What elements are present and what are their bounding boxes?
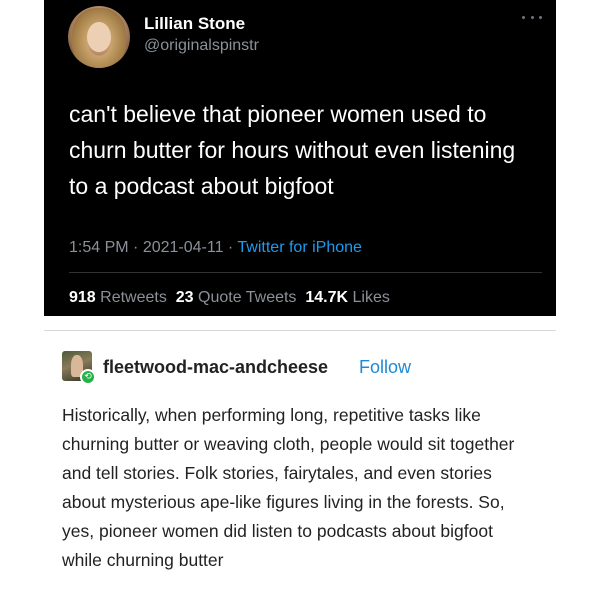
reblog-icon: ⟲: [80, 369, 96, 385]
tweet-date[interactable]: 2021-04-11: [143, 239, 224, 256]
tweet-divider: [69, 272, 542, 273]
tweet-stats: 918 Retweets 23 Quote Tweets 14.7K Likes: [69, 289, 390, 307]
tweet-time[interactable]: 1:54 PM: [69, 239, 129, 256]
likes-label: Likes: [352, 289, 390, 306]
likes-stat[interactable]: 14.7K Likes: [305, 289, 390, 306]
tweet-author-handle[interactable]: @originalspinstr: [144, 37, 259, 55]
tweet-text: can't believe that pioneer women used to…: [69, 101, 516, 199]
meta-separator: ·: [223, 239, 238, 256]
tweet-metadata: 1:54 PM · 2021-04-11 · Twitter for iPhon…: [69, 239, 362, 257]
retweets-label: Retweets: [100, 289, 167, 306]
ellipsis-icon[interactable]: [522, 14, 542, 20]
tweet-card: Lillian Stone @originalspinstr can't bel…: [44, 0, 556, 316]
quote-tweets-stat[interactable]: 23 Quote Tweets: [176, 289, 297, 306]
reply-username[interactable]: fleetwood-mac-andcheese: [103, 357, 328, 378]
avatar-face: [87, 22, 111, 52]
tweet-author-avatar[interactable]: [68, 6, 130, 68]
quote-tweets-label: Quote Tweets: [198, 289, 297, 306]
tweet-author-name[interactable]: Lillian Stone: [144, 14, 245, 34]
meta-separator: ·: [128, 239, 143, 256]
tweet-source-link[interactable]: Twitter for iPhone: [237, 239, 362, 256]
follow-button[interactable]: Follow: [359, 357, 411, 378]
retweets-count: 918: [69, 289, 96, 306]
quote-tweets-count: 23: [175, 289, 194, 306]
post-divider: [44, 330, 556, 331]
reply-text: Historically, when performing long, repe…: [62, 405, 515, 570]
likes-count: 14.7K: [305, 289, 349, 306]
retweets-stat[interactable]: 918 Retweets: [69, 289, 167, 306]
